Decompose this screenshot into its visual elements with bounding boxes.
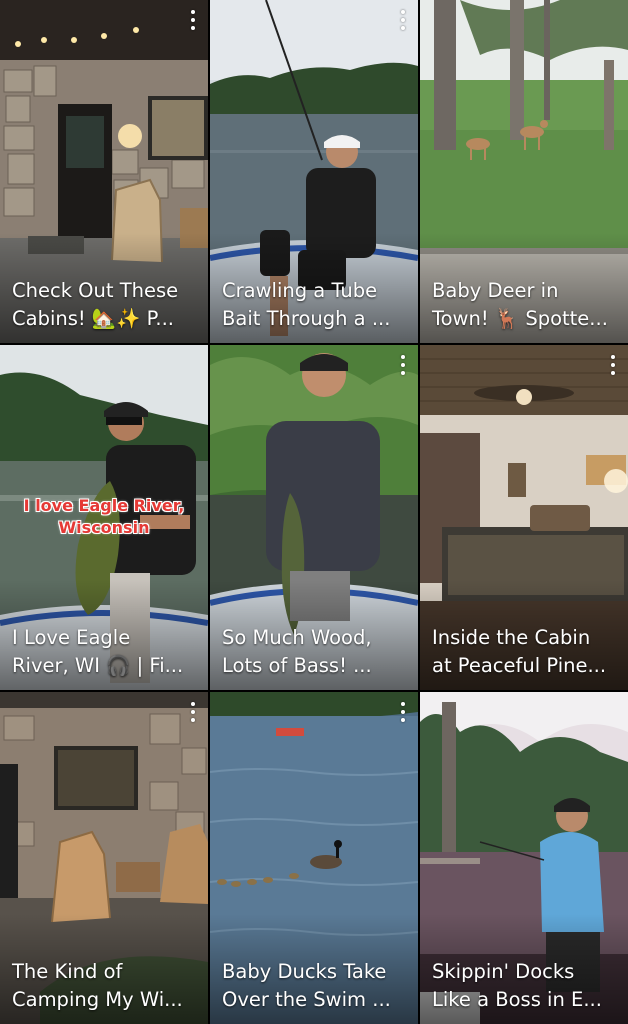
more-vert-icon[interactable] [400,10,406,30]
video-title: I Love Eagle River, WI 🎧 | Fi... [12,626,184,677]
video-tile-eagle-river[interactable]: I love Eagle River, Wisconsin I Love Eag… [0,345,208,690]
more-vert-icon[interactable] [400,702,406,722]
video-tile-skippin-docks[interactable]: Skippin' Docks Like a Boss in E... [420,692,628,1024]
video-tile-baby-ducks[interactable]: Baby Ducks Take Over the Swim ... [210,692,418,1024]
video-title: Baby Deer in Town! 🦌 Spotte... [432,279,608,330]
video-title: Baby Ducks Take Over the Swim ... [222,960,391,1011]
video-tile-cabins[interactable]: Check Out These Cabins! 🏡✨ P... [0,0,208,343]
video-title: Crawling a Tube Bait Through a ... [222,279,391,330]
video-tile-cabin-inside[interactable]: Inside the Cabin at Peaceful Pine... [420,345,628,690]
video-tile-baby-deer[interactable]: Baby Deer in Town! 🦌 Spotte... [420,0,628,343]
video-title: Check Out These Cabins! 🏡✨ P... [12,279,179,330]
more-vert-icon[interactable] [610,355,616,375]
more-vert-icon[interactable] [400,355,406,375]
video-tile-wood-bass[interactable]: So Much Wood, Lots of Bass! ... [210,345,418,690]
video-title: Skippin' Docks Like a Boss in E... [432,960,602,1011]
video-title: Inside the Cabin at Peaceful Pine... [432,626,607,677]
more-vert-icon[interactable] [190,702,196,722]
video-title: So Much Wood, Lots of Bass! ... [222,626,372,677]
shorts-grid: Check Out These Cabins! 🏡✨ P... Crawling… [0,0,628,1024]
video-title: The Kind of Camping My Wi... [12,960,183,1011]
video-tile-tube-bait[interactable]: Crawling a Tube Bait Through a ... [210,0,418,343]
more-vert-icon[interactable] [190,10,196,30]
video-overlay-caption: I love Eagle River, Wisconsin [23,496,185,537]
video-tile-camping[interactable]: The Kind of Camping My Wi... [0,692,208,1024]
